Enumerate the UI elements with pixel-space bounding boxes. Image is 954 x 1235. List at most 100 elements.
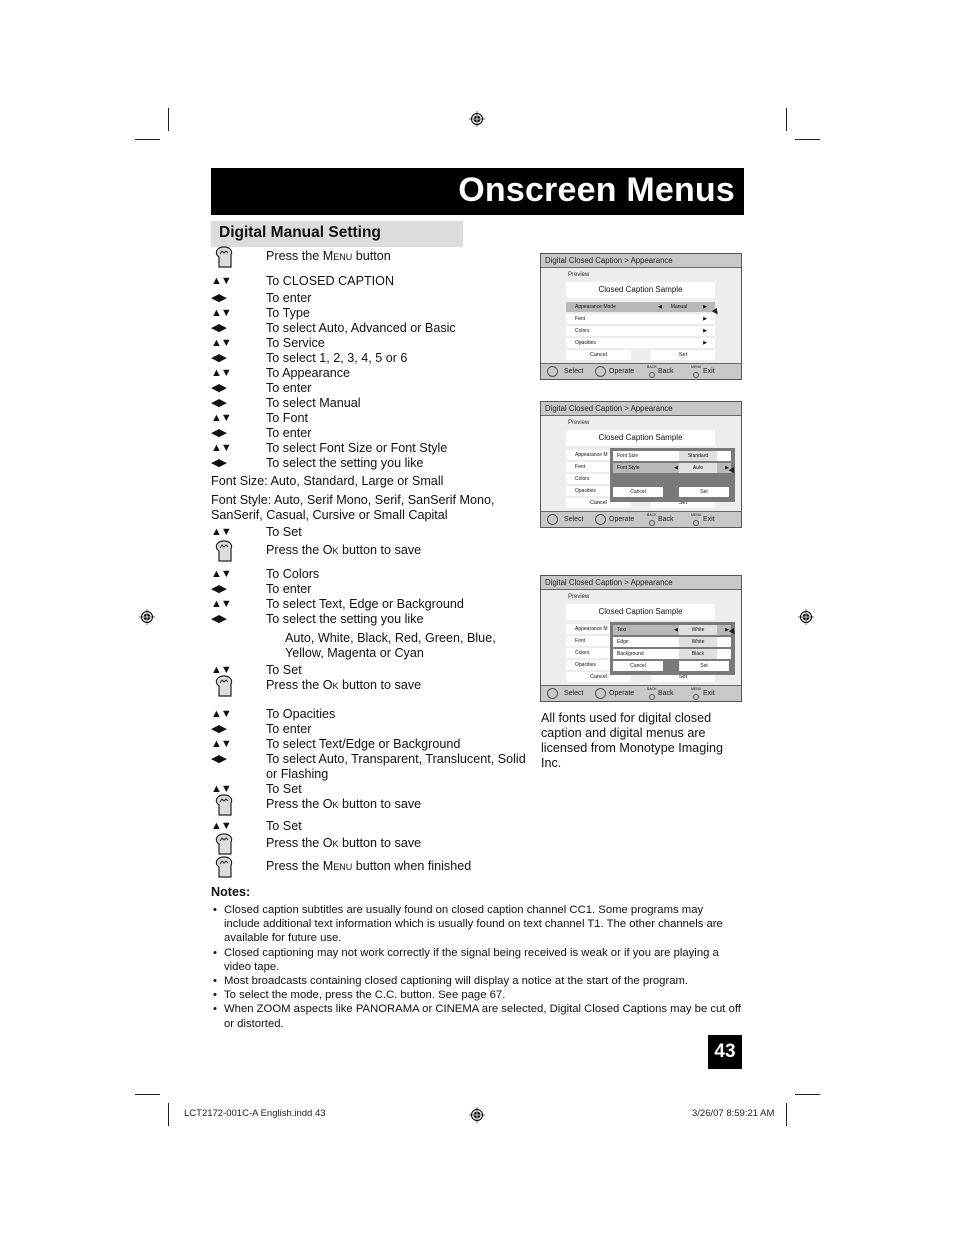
registration-mark-icon — [469, 1107, 485, 1123]
popup-set-button[interactable]: Set — [679, 487, 729, 497]
screen-footer: Select Operate BACK Back MENU Exit — [541, 363, 741, 379]
step-text: Press the Ok button to save — [266, 543, 422, 557]
registration-mark-icon — [798, 609, 814, 625]
menu-row-appearance-mode[interactable]: Appearance Mode ◀ Manual ▶ — [566, 302, 715, 312]
crop-mark — [135, 1094, 160, 1095]
exit-button-icon — [693, 694, 699, 700]
section-header: Digital Manual Setting — [211, 221, 463, 247]
note-item: To select the mode, press the C.C. butto… — [211, 988, 741, 1002]
step-text: Press the Ok button to save — [266, 678, 422, 692]
step-text: Press the Menu button when finished — [266, 859, 472, 873]
step-text: To select Auto, Transparent, Translucent… — [266, 752, 526, 781]
step-text: To Set — [266, 525, 302, 539]
up-down-arrows-icon: ▲▼ — [211, 367, 232, 379]
notes-list: Closed caption subtitles are usually fou… — [211, 903, 741, 1031]
screen-footer: Select Operate BACK Back MENU Exit — [541, 511, 741, 527]
step-text: To Set — [266, 782, 302, 796]
section-title: Digital Manual Setting — [219, 224, 381, 241]
crop-mark — [786, 108, 787, 131]
step-text: To select the setting you like — [266, 456, 424, 470]
up-down-arrows-icon: ▲▼ — [211, 307, 232, 319]
operate-pad-icon — [595, 688, 606, 699]
crop-mark — [786, 1103, 787, 1126]
left-right-arrows-icon: ◀▶ — [211, 753, 227, 765]
set-button[interactable]: Set — [651, 350, 715, 360]
step-text: To Opacities — [266, 707, 336, 721]
step-text: Press the Ok button to save — [266, 797, 422, 811]
left-right-arrows-icon: ◀▶ — [211, 723, 227, 735]
arrow-right-icon: ▶ — [725, 465, 729, 471]
up-down-arrows-icon: ▲▼ — [211, 526, 232, 538]
step-text: To select Font Size or Font Style — [266, 441, 448, 455]
note-item: When ZOOM aspects like PANORAMA or CINEM… — [211, 1002, 741, 1030]
left-right-arrows-icon: ◀▶ — [211, 352, 227, 364]
up-down-arrows-icon: ▲▼ — [211, 412, 232, 424]
screen-breadcrumb: Digital Closed Caption > Appearance — [541, 402, 741, 416]
popup-row-font-style[interactable]: Font Style ◀ Auto ▶ — [613, 463, 731, 473]
menu-row-opacities[interactable]: Opacities ▶ — [566, 338, 715, 348]
popup-cancel-button[interactable]: Cancel — [613, 487, 663, 497]
left-right-arrows-icon: ◀▶ — [211, 292, 227, 304]
cancel-button[interactable]: Cancel — [566, 350, 631, 360]
step-text: To Font — [266, 411, 308, 425]
note-item: Most broadcasts containing closed captio… — [211, 974, 741, 988]
popup-set-button[interactable]: Set — [679, 661, 729, 671]
up-down-arrows-icon: ▲▼ — [211, 275, 232, 287]
step-text: To select the setting you like — [266, 612, 424, 626]
menu-row-colors[interactable]: Colors ▶ — [566, 326, 715, 336]
crop-mark — [795, 1094, 820, 1095]
tv-screen-colors: Digital Closed Caption > Appearance Prev… — [540, 575, 742, 702]
left-right-arrows-icon: ◀▶ — [211, 382, 227, 394]
registration-mark-icon — [469, 111, 485, 127]
color-options-line1: Auto, White, Black, Red, Green, Blue, — [285, 631, 496, 645]
popup-row-text[interactable]: Text ◀ White ▶ — [613, 625, 731, 635]
up-down-arrows-icon: ▲▼ — [211, 708, 232, 720]
font-style-options-line2: SanSerif, Casual, Cursive or Small Capit… — [211, 508, 448, 522]
operate-pad-icon — [595, 514, 606, 525]
preview-label: Preview — [568, 594, 590, 600]
left-right-arrows-icon: ◀▶ — [211, 397, 227, 409]
arrow-left-icon: ◀ — [674, 627, 678, 633]
step-text: To select Text, Edge or Background — [266, 597, 464, 611]
step-text: To Set — [266, 819, 302, 833]
registration-mark-icon — [139, 609, 155, 625]
caption-sample: Closed Caption Sample — [566, 282, 715, 298]
tv-screen-appearance-mode: Digital Closed Caption > Appearance Prev… — [540, 253, 742, 380]
exit-button-icon — [693, 372, 699, 378]
left-right-arrows-icon: ◀▶ — [211, 427, 227, 439]
mode-value: Manual — [670, 304, 688, 310]
font-popup: Font Size Standard Font Style ◀ Auto ▶ C… — [610, 448, 735, 502]
arrow-right-icon: ▶ — [703, 340, 707, 346]
step-text: To Colors — [266, 567, 320, 581]
left-right-arrows-icon: ◀▶ — [211, 322, 227, 334]
step-text: Press the Menu button — [266, 249, 391, 263]
left-right-arrows-icon: ◀▶ — [211, 583, 227, 595]
step-text: To Set — [266, 663, 302, 677]
step-text: To enter — [266, 291, 312, 305]
step-text: To Type — [266, 306, 310, 320]
operate-pad-icon — [595, 366, 606, 377]
font-style-options-line1: Font Style: Auto, Serif Mono, Serif, San… — [211, 493, 495, 507]
notes-heading: Notes: — [211, 885, 251, 899]
popup-cancel-button[interactable]: Cancel — [613, 661, 663, 671]
popup-row-background[interactable]: Background Black — [613, 649, 731, 659]
step-text: Press the Ok button to save — [266, 836, 422, 850]
step-text: To Appearance — [266, 366, 351, 380]
up-down-arrows-icon: ▲▼ — [211, 738, 232, 750]
back-button-icon — [649, 520, 655, 526]
menu-row-font[interactable]: Font ▶ — [566, 314, 715, 324]
back-button-icon — [649, 694, 655, 700]
font-size-options: Font Size: Auto, Standard, Large or Smal… — [211, 474, 444, 488]
step-text: To enter — [266, 722, 312, 736]
arrow-right-icon: ▶ — [703, 328, 707, 334]
up-down-arrows-icon: ▲▼ — [211, 442, 232, 454]
up-down-arrows-icon: ▲▼ — [211, 568, 232, 580]
select-pad-icon — [547, 514, 558, 525]
caption-sample: Closed Caption Sample — [566, 430, 715, 446]
arrow-left-icon: ◀ — [658, 304, 662, 310]
preview-label: Preview — [568, 420, 590, 426]
popup-row-font-size[interactable]: Font Size Standard — [613, 451, 731, 461]
screen-footer: Select Operate BACK Back MENU Exit — [541, 685, 741, 701]
popup-row-edge[interactable]: Edge White — [613, 637, 731, 647]
select-pad-icon — [547, 366, 558, 377]
